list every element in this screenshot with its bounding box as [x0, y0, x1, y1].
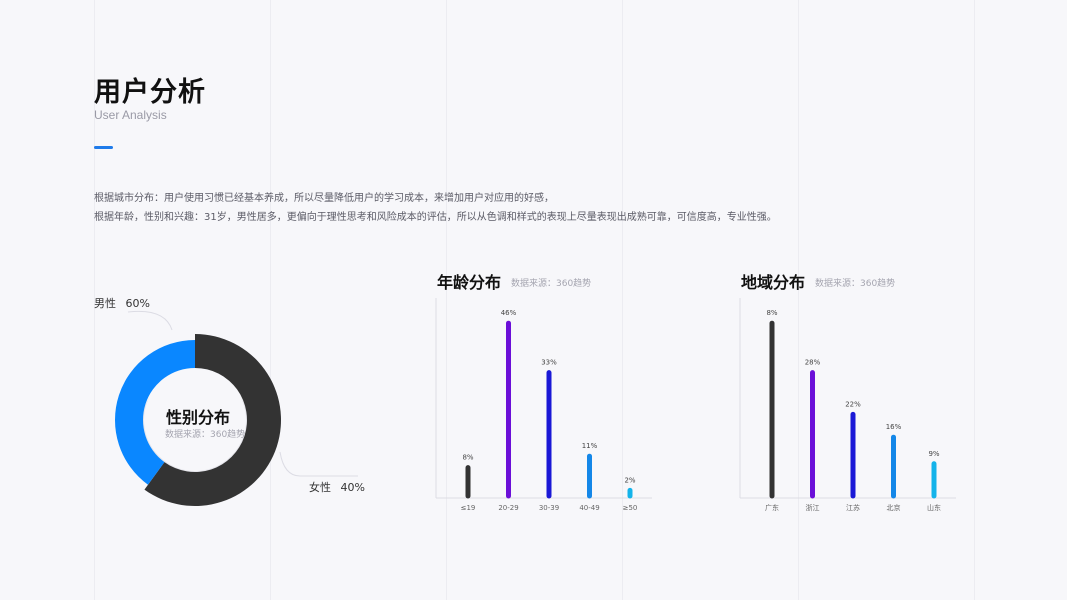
region-data-label: 8% [766, 309, 777, 317]
region-tick-label: 北京 [887, 503, 901, 512]
region-tick-label: 浙江 [806, 503, 820, 512]
region-data-label: 9% [928, 450, 939, 458]
region-tick-label: 广东 [765, 503, 779, 512]
region-bar-chart: 8% 广东 28% 浙江 22% 江苏 16% 北京 9% 山东 [739, 298, 956, 512]
region-data-label: 28% [805, 359, 821, 367]
region-tick-label: 江苏 [846, 503, 860, 512]
region-data-label: 16% [886, 423, 902, 431]
region-data-label: 22% [845, 400, 861, 408]
region-tick-label: 山东 [927, 503, 941, 512]
